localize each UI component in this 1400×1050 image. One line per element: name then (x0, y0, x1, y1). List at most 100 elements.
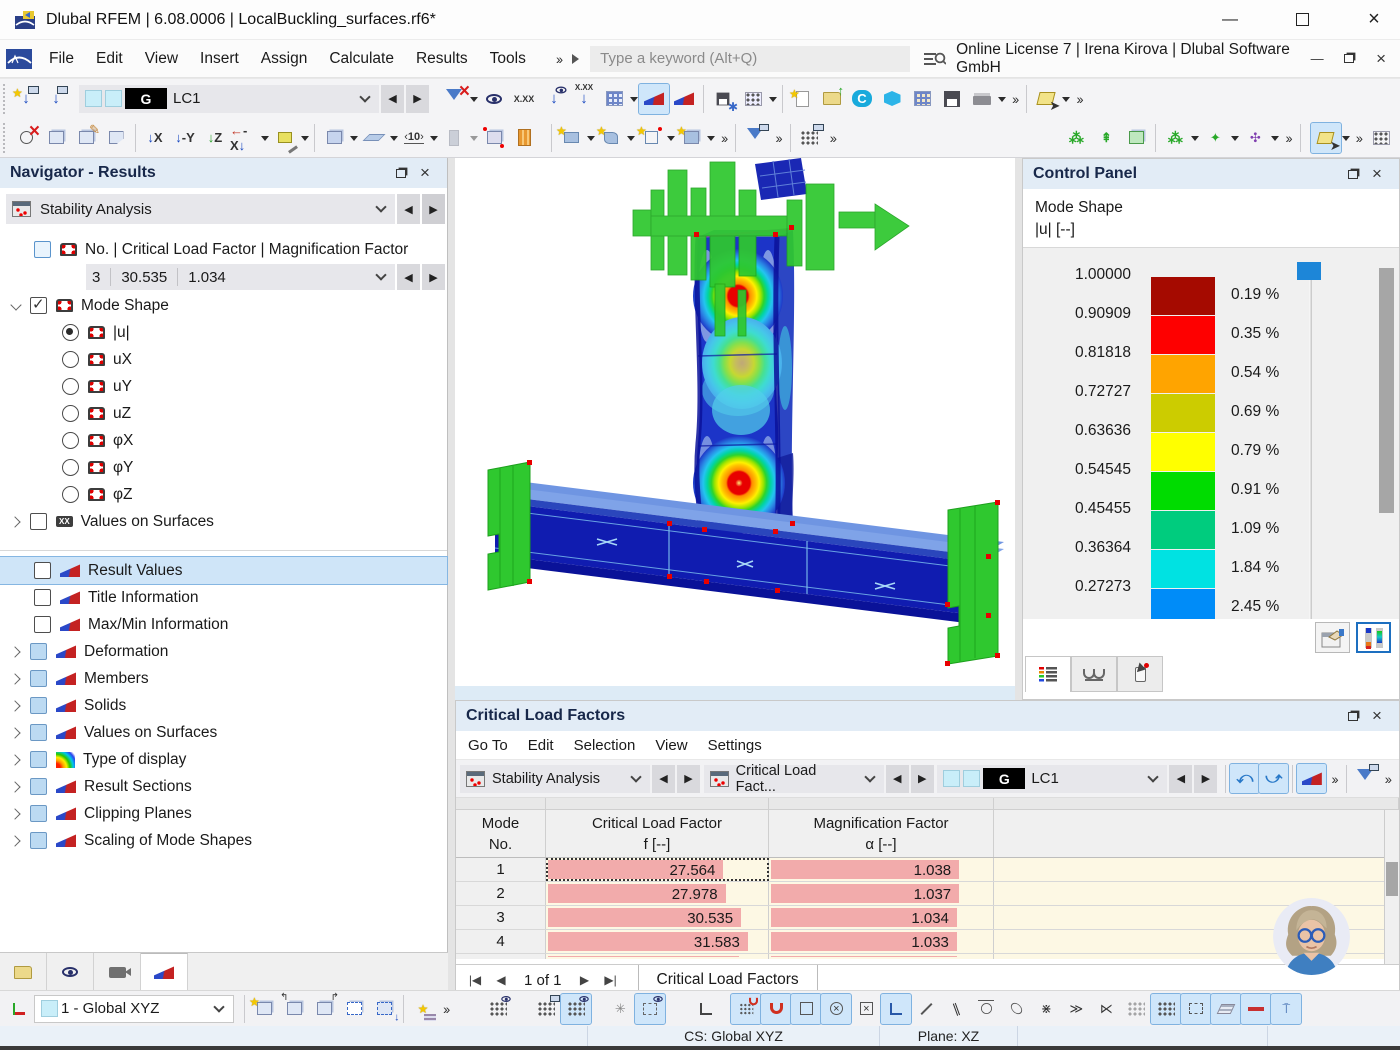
print-button[interactable] (967, 84, 997, 114)
dropdown-arrow[interactable] (998, 97, 1006, 106)
toolbar-overflow[interactable]: ›› (716, 130, 731, 146)
move-objects-button[interactable]: ↰ (279, 994, 309, 1024)
edit-layers-button[interactable] (408, 994, 438, 1024)
menu-expand-icon[interactable] (572, 54, 584, 64)
clf-menu-view[interactable]: View (645, 733, 697, 758)
toolbar-overflow[interactable]: ›› (1380, 771, 1395, 787)
view-z-button[interactable]: ↓Z (200, 123, 230, 153)
prev-analysis-button[interactable]: ◀ (397, 194, 420, 224)
snap-dots-button[interactable] (1121, 994, 1151, 1024)
search-input[interactable] (590, 46, 910, 72)
checkbox-checked[interactable] (30, 297, 47, 314)
tree-item-mode-shape[interactable]: Mode Shape (0, 292, 447, 319)
values-xxx-button[interactable]: X.XX (509, 84, 539, 114)
snap-points-button[interactable]: ✳ (605, 994, 635, 1024)
checkbox[interactable] (34, 616, 51, 633)
clf-header[interactable]: Critical Load Factors × (456, 701, 1399, 731)
scrollbar-thumb[interactable] (1379, 268, 1394, 513)
toolbar-overflow[interactable]: ›› (825, 130, 840, 146)
tree-item-critical-load-factor[interactable]: No. | Critical Load Factor | Magnificati… (0, 236, 447, 263)
dropdown-arrow[interactable] (430, 136, 438, 145)
cell-alpha-4[interactable]: 1.033 (769, 930, 994, 953)
checkbox-partial[interactable] (30, 832, 47, 849)
close-panel-icon[interactable]: × (1365, 163, 1389, 185)
menu-insert[interactable]: Insert (189, 44, 250, 74)
maximize-button[interactable] (1282, 4, 1322, 36)
edit-view-button[interactable]: ✎ (71, 123, 101, 153)
cell-f-2[interactable]: 27.978 (546, 882, 769, 905)
checkbox-partial[interactable] (30, 697, 47, 714)
close-button[interactable]: × (1354, 4, 1394, 36)
select-objects-button[interactable] (249, 994, 279, 1024)
toolbar-overflow[interactable]: ›› (770, 130, 785, 146)
panel-options-button[interactable] (1315, 622, 1350, 653)
snap-grid-button[interactable] (1366, 123, 1396, 153)
doc-minimize-icon[interactable]: — (1306, 48, 1328, 70)
copy-objects-button[interactable] (369, 994, 399, 1024)
doc-close-icon[interactable]: × (1370, 48, 1392, 70)
close-panel-icon[interactable]: × (1365, 705, 1389, 727)
dropdown-arrow[interactable] (667, 136, 675, 145)
snap-extension-button[interactable]: ≫ (1061, 994, 1091, 1024)
expand-icon[interactable] (10, 700, 22, 712)
model-cube-button[interactable] (877, 84, 907, 114)
mode-combo[interactable]: 3 30.535 1.034 (86, 264, 395, 290)
plane-display-button[interactable] (359, 123, 389, 153)
menu-tools[interactable]: Tools (479, 44, 537, 74)
next-analysis-button[interactable]: ▶ (422, 194, 445, 224)
checkbox-partial[interactable] (30, 778, 47, 795)
checkbox-partial[interactable] (30, 670, 47, 687)
expand-icon[interactable] (10, 808, 22, 820)
menu-assign[interactable]: Assign (250, 44, 319, 74)
clf-load-case-combo[interactable]: G LC1 (937, 765, 1167, 793)
grid-visibility-button[interactable] (483, 994, 513, 1024)
download-results-button[interactable] (539, 84, 569, 114)
show-results-button[interactable] (639, 84, 669, 114)
dropdown-arrow[interactable] (1062, 97, 1070, 106)
filter-objects-button[interactable] (740, 123, 770, 153)
tab-display-navigator[interactable] (47, 953, 94, 991)
prev-mode-button[interactable]: ◀ (397, 264, 420, 290)
radio[interactable] (62, 351, 79, 368)
tree-item-uz[interactable]: uZ (0, 400, 447, 427)
next-button[interactable]: ▶ (911, 765, 934, 793)
scrollbar-thumb[interactable] (1386, 862, 1398, 896)
sync-selection-button[interactable]: ⤺ (1230, 764, 1259, 793)
cell-f-3[interactable]: 30.535 (546, 906, 769, 929)
cell-alpha-3[interactable]: 1.034 (769, 906, 994, 929)
doc-restore-icon[interactable] (1338, 48, 1360, 70)
show-result-diagram-button[interactable] (1297, 764, 1326, 793)
tree-item-result-values[interactable]: Result Values (0, 557, 447, 584)
checkbox-partial[interactable] (30, 724, 47, 741)
tree-item-title-information[interactable]: Title Information (0, 584, 447, 611)
next-button[interactable]: ▶ (677, 765, 700, 793)
next-load-case-button[interactable]: ▶ (406, 85, 429, 113)
calculation-settings-button[interactable]: ✱ (708, 84, 738, 114)
layers-button[interactable] (1211, 994, 1241, 1024)
tools-tree-button[interactable] (1160, 123, 1190, 153)
table-row-1[interactable]: 1 27.564 1.038 (456, 858, 1399, 882)
checkbox[interactable] (34, 241, 51, 258)
solid-display-button[interactable] (319, 123, 349, 153)
snap-intersection-button[interactable]: ⋇ (1031, 994, 1061, 1024)
checkbox-partial[interactable] (30, 751, 47, 768)
tables-button[interactable] (795, 123, 825, 153)
tree-item-members[interactable]: Members (0, 665, 447, 692)
checkbox-partial[interactable] (30, 805, 47, 822)
navigator-header[interactable]: Navigator - Results × (0, 158, 447, 188)
tab-views-navigator[interactable] (94, 953, 141, 991)
snap-ellipse-button[interactable] (1001, 994, 1031, 1024)
menu-edit[interactable]: Edit (85, 44, 134, 74)
select-surface-button[interactable]: ➤ (1031, 84, 1061, 114)
new-opening-button[interactable] (596, 123, 626, 153)
data-list-button[interactable] (907, 84, 937, 114)
table-row-3[interactable]: 3 30.535 1.034 (456, 906, 1399, 930)
coordinate-system-icon[interactable] (4, 994, 34, 1024)
radio[interactable] (62, 378, 79, 395)
next-mode-button[interactable]: ▶ (422, 264, 445, 290)
coordinate-system-combo[interactable]: 1 - Global XYZ (34, 995, 234, 1023)
new-surface-button[interactable] (556, 123, 586, 153)
menu-overflow-chevron[interactable]: ›› (551, 51, 566, 67)
tools-leaf-button[interactable]: ✦ (1200, 123, 1230, 153)
control-panel-scrollbar[interactable] (1378, 248, 1395, 619)
